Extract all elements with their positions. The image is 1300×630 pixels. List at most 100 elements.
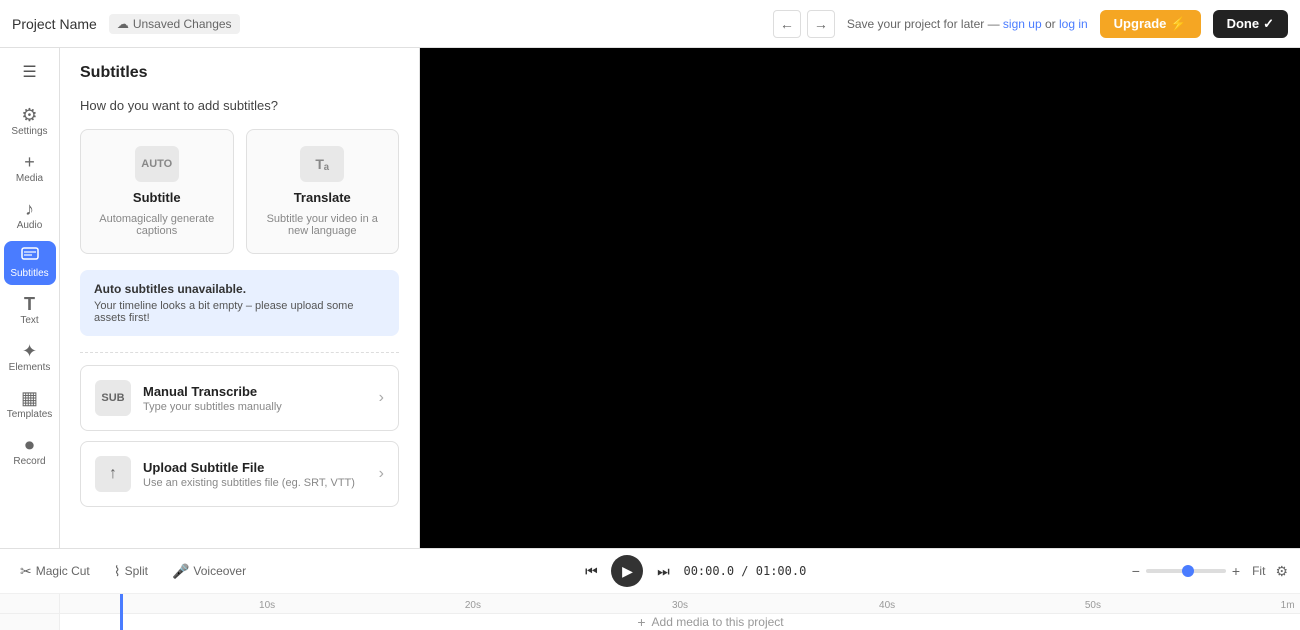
subtitle-option-desc: Automagically generate captions <box>93 213 221 237</box>
translate-option-title: Translate <box>294 190 351 205</box>
unsaved-changes-badge: ☁ Unsaved Changes <box>109 14 240 34</box>
sidebar-item-subtitles[interactable]: Subtitles <box>4 241 56 285</box>
manual-transcribe-item[interactable]: SUB Manual Transcribe Type your subtitle… <box>80 365 399 431</box>
media-icon: + <box>24 153 35 171</box>
menu-icon[interactable]: ☰ <box>14 56 46 88</box>
add-media-row[interactable]: + Add media to this project <box>120 614 1300 630</box>
translate-icon: Tₐ <box>300 146 344 182</box>
chevron-right-icon: › <box>379 389 384 407</box>
sidebar-item-elements[interactable]: ✦ Elements <box>4 336 56 379</box>
upload-subtitle-text: Upload Subtitle File Use an existing sub… <box>143 460 367 489</box>
sidebar-templates-label: Templates <box>7 409 53 420</box>
ruler-label-50s: 50s <box>1085 600 1101 611</box>
translate-option-desc: Subtitle your video in a new language <box>259 213 387 237</box>
timeline-area: 10s 20s 30s 40s 50s 1m + Add media to th… <box>60 594 1300 630</box>
record-icon: ⏺ <box>25 436 34 454</box>
zoom-in-button[interactable]: + <box>1230 561 1242 581</box>
divider <box>80 352 399 353</box>
sidebar-item-templates[interactable]: ▦ Templates <box>4 383 56 426</box>
add-media-label: Add media to this project <box>652 615 784 629</box>
manual-transcribe-desc: Type your subtitles manually <box>143 401 367 413</box>
upload-subtitle-desc: Use an existing subtitles file (eg. SRT,… <box>143 477 367 489</box>
magic-cut-icon: ✂ <box>20 563 32 580</box>
skip-forward-button[interactable]: ⏭ <box>649 557 677 585</box>
sidebar-item-record[interactable]: ⏺ Record <box>4 430 56 473</box>
zoom-out-button[interactable]: − <box>1130 561 1142 581</box>
voiceover-button[interactable]: 🎤 Voiceover <box>164 559 254 584</box>
chevron-right-icon-2: › <box>379 465 384 483</box>
unsaved-label: Unsaved Changes <box>133 17 232 31</box>
audio-icon: ♪ <box>25 200 34 218</box>
timeline-playhead <box>120 594 123 630</box>
skip-back-button[interactable]: ⏮ <box>577 557 605 585</box>
upgrade-button[interactable]: Upgrade ⚡ <box>1100 10 1201 38</box>
save-text: Save your project for later — sign up or… <box>847 17 1088 31</box>
ruler-label-40s: 40s <box>879 600 895 611</box>
lightning-icon: ⚡ <box>1170 16 1186 32</box>
magic-cut-button[interactable]: ✂ Magic Cut <box>12 559 98 584</box>
subtitle-option-title: Subtitle <box>133 190 181 205</box>
zoom-thumb <box>1182 565 1194 577</box>
alert-desc: Your timeline looks a bit empty – please… <box>94 300 385 324</box>
sidebar-elements-label: Elements <box>9 362 51 373</box>
settings-icon: ⚙ <box>21 106 37 124</box>
magic-cut-label: Magic Cut <box>36 564 90 578</box>
done-label: Done <box>1227 16 1260 31</box>
text-icon: T <box>24 295 35 313</box>
sidebar-record-label: Record <box>13 456 45 467</box>
checkmark-icon: ✓ <box>1263 16 1274 32</box>
mic-icon: 🎤 <box>172 563 189 580</box>
timeline-settings-button[interactable]: ⚙ <box>1275 563 1288 580</box>
alert-box: Auto subtitles unavailable. Your timelin… <box>80 270 399 336</box>
play-button[interactable]: ▶ <box>611 555 643 587</box>
add-media-plus-icon: + <box>637 614 645 630</box>
current-time: 00:00.0 / 01:00.0 <box>683 564 806 578</box>
subtitle-option-auto[interactable]: AUTO Subtitle Automagically generate cap… <box>80 129 234 254</box>
sidebar-item-text[interactable]: T Text <box>4 289 56 332</box>
ruler-label-30s: 30s <box>672 600 688 611</box>
sidebar-item-audio[interactable]: ♪ Audio <box>4 194 56 237</box>
upload-subtitle-icon: ↑ <box>95 456 131 492</box>
undo-button[interactable]: ← <box>773 10 801 38</box>
timeline-ruler: 10s 20s 30s 40s 50s 1m <box>60 594 1300 614</box>
subtitle-options: AUTO Subtitle Automagically generate cap… <box>60 129 419 270</box>
auto-icon: AUTO <box>135 146 179 182</box>
project-name: Project Name <box>12 16 97 32</box>
upload-subtitle-item[interactable]: ↑ Upload Subtitle File Use an existing s… <box>80 441 399 507</box>
topbar: Project Name ☁ Unsaved Changes ← → Save … <box>0 0 1300 48</box>
panel-title: Subtitles <box>60 48 419 90</box>
sidebar-item-settings[interactable]: ⚙ Settings <box>4 100 56 143</box>
log-in-link[interactable]: log in <box>1059 17 1088 31</box>
bottom-bar: ✂ Magic Cut ⌇ Split 🎤 Voiceover ⏮ ▶ ⏭ 00… <box>0 548 1300 630</box>
elements-icon: ✦ <box>22 342 37 360</box>
subtitle-option-translate[interactable]: Tₐ Translate Subtitle your video in a ne… <box>246 129 400 254</box>
done-button[interactable]: Done ✓ <box>1213 10 1288 38</box>
sidebar-item-media[interactable]: + Media <box>4 147 56 190</box>
templates-icon: ▦ <box>21 389 38 407</box>
split-label: Split <box>125 564 148 578</box>
sidebar-media-label: Media <box>16 173 43 184</box>
undo-redo-controls: ← → <box>773 10 835 38</box>
split-button[interactable]: ⌇ Split <box>106 559 156 584</box>
ruler-label-1m: 1m <box>1281 600 1295 611</box>
split-icon: ⌇ <box>114 563 121 580</box>
alert-title: Auto subtitles unavailable. <box>94 282 385 296</box>
panel-question: How do you want to add subtitles? <box>60 90 419 129</box>
main-area: ☰ ⚙ Settings + Media ♪ Audio Subtitles T <box>0 48 1300 548</box>
play-controls: ⏮ ▶ ⏭ 00:00.0 / 01:00.0 <box>577 555 806 587</box>
zoom-controls: − + Fit ⚙ <box>1130 560 1288 582</box>
sign-up-link[interactable]: sign up <box>1003 17 1042 31</box>
sidebar-settings-label: Settings <box>11 126 47 137</box>
sidebar: ☰ ⚙ Settings + Media ♪ Audio Subtitles T <box>0 48 60 548</box>
manual-transcribe-icon: SUB <box>95 380 131 416</box>
upload-subtitle-title: Upload Subtitle File <box>143 460 367 475</box>
voiceover-label: Voiceover <box>193 564 246 578</box>
fit-button[interactable]: Fit <box>1246 560 1271 582</box>
sidebar-text-label: Text <box>20 315 38 326</box>
sidebar-audio-label: Audio <box>17 220 43 231</box>
redo-button[interactable]: → <box>807 10 835 38</box>
cloud-icon: ☁ <box>117 17 129 31</box>
zoom-slider[interactable] <box>1146 569 1226 573</box>
upgrade-label: Upgrade <box>1114 16 1167 31</box>
ruler-label-20s: 20s <box>465 600 481 611</box>
